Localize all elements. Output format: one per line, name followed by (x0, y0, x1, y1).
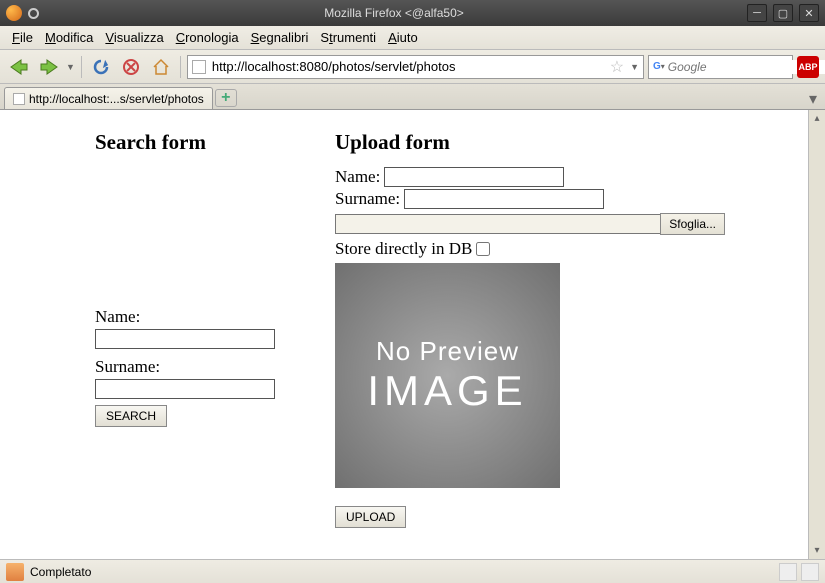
scroll-up-icon[interactable]: ▴ (809, 110, 825, 127)
status-addon-1[interactable] (779, 563, 797, 581)
menu-view[interactable]: Visualizza (99, 28, 169, 47)
navigation-toolbar: ▼ ☆ ▼ G ▾ 🔍 ABP (0, 50, 825, 84)
scroll-down-icon[interactable]: ▾ (809, 542, 825, 559)
tab-strip: http://localhost:...s/servlet/photos + ▾ (0, 84, 825, 110)
upload-name-label: Name: (335, 167, 380, 187)
store-db-checkbox[interactable] (476, 242, 490, 256)
scroll-track[interactable] (809, 127, 825, 542)
search-box[interactable]: G ▾ 🔍 (648, 55, 793, 79)
status-addon-2[interactable] (801, 563, 819, 581)
upload-surname-input[interactable] (404, 189, 604, 209)
bookmark-star-icon[interactable]: ☆ (610, 57, 624, 77)
search-surname-label: Surname: (95, 357, 160, 377)
adblock-button[interactable]: ABP (797, 56, 819, 78)
tab-list-dropdown-icon[interactable]: ▾ (805, 89, 821, 109)
window-titlebar: Mozilla Firefox <@alfa50> ─ ▢ ✕ (0, 0, 825, 26)
status-icon (6, 563, 24, 581)
tab-favicon (13, 93, 25, 105)
stop-button[interactable] (118, 54, 144, 80)
menu-edit[interactable]: Modifica (39, 28, 99, 47)
window-title: Mozilla Firefox <@alfa50> (47, 6, 741, 20)
status-text: Completato (30, 565, 91, 579)
search-name-input[interactable] (95, 329, 275, 349)
new-tab-button[interactable]: + (215, 89, 237, 107)
menu-bookmarks[interactable]: Segnalibri (245, 28, 315, 47)
page-body: Search form Name: Surname: SEARCH Upload… (0, 110, 808, 559)
tab-active[interactable]: http://localhost:...s/servlet/photos (4, 87, 213, 109)
minimize-button[interactable]: ─ (747, 4, 767, 22)
menu-file[interactable]: File (6, 28, 39, 47)
browser-content: Search form Name: Surname: SEARCH Upload… (0, 110, 825, 559)
preview-text-1: No Preview (376, 336, 519, 367)
preview-text-2: IMAGE (367, 367, 527, 415)
history-dropdown-icon[interactable]: ▼ (66, 62, 75, 72)
menu-bar: File Modifica Visualizza Cronologia Segn… (0, 26, 825, 50)
upload-name-input[interactable] (384, 167, 564, 187)
url-input[interactable] (212, 59, 606, 74)
back-button[interactable] (6, 54, 32, 80)
search-surname-input[interactable] (95, 379, 275, 399)
firefox-icon (6, 5, 22, 21)
page-identity-icon[interactable] (192, 60, 206, 74)
forward-button[interactable] (36, 54, 62, 80)
browse-button[interactable]: Sfoglia... (660, 213, 725, 235)
close-button[interactable]: ✕ (799, 4, 819, 22)
home-button[interactable] (148, 54, 174, 80)
upload-surname-label: Surname: (335, 189, 400, 209)
menu-tools[interactable]: Strumenti (314, 28, 382, 47)
status-bar: Completato (0, 559, 825, 583)
upload-heading: Upload form (335, 130, 778, 155)
upload-button[interactable]: UPLOAD (335, 506, 406, 528)
search-name-label: Name: (95, 307, 140, 327)
preview-image-placeholder: No Preview IMAGE (335, 263, 560, 488)
search-form: Search form Name: Surname: SEARCH (95, 130, 295, 528)
store-db-label: Store directly in DB (335, 239, 472, 259)
window-decor-icon (28, 8, 39, 19)
search-button[interactable]: SEARCH (95, 405, 167, 427)
google-engine-icon[interactable]: G (653, 60, 661, 74)
url-bar[interactable]: ☆ ▼ (187, 55, 644, 79)
tab-label: http://localhost:...s/servlet/photos (29, 92, 204, 106)
file-path-input[interactable] (335, 214, 661, 234)
menu-history[interactable]: Cronologia (170, 28, 245, 47)
upload-form: Upload form Name: Surname: Sfoglia... St… (335, 130, 778, 528)
url-dropdown-icon[interactable]: ▼ (630, 62, 639, 72)
engine-dropdown-icon[interactable]: ▾ (661, 62, 665, 71)
reload-button[interactable] (88, 54, 114, 80)
menu-help[interactable]: Aiuto (382, 28, 424, 47)
maximize-button[interactable]: ▢ (773, 4, 793, 22)
search-heading: Search form (95, 130, 295, 155)
vertical-scrollbar[interactable]: ▴ ▾ (808, 110, 825, 559)
